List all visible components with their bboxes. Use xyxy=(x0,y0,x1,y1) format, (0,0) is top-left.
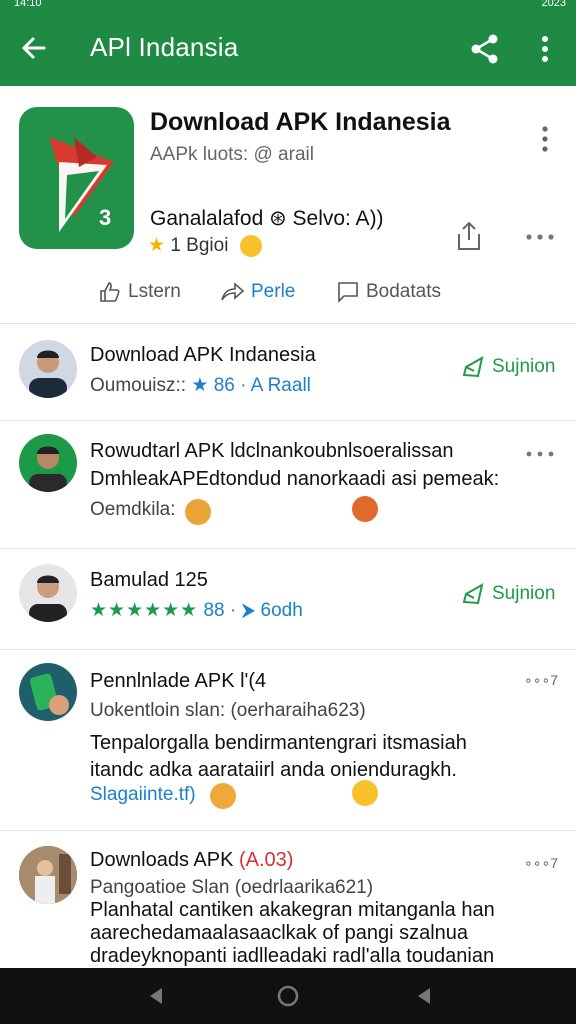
follow-label: Sujnion xyxy=(492,583,556,604)
arrow-back-icon[interactable] xyxy=(18,32,50,64)
like-label: Lstern xyxy=(128,281,181,302)
row-body: Planhatal cantiken akakegran mitanganla … xyxy=(90,899,495,967)
list-item[interactable]: Download APK Indanesia Oumouisz:: ★ 86 ·… xyxy=(0,324,576,421)
megaphone-icon xyxy=(462,356,484,378)
status-right: 2023 xyxy=(541,0,566,9)
app-bar: APl Indansia xyxy=(0,12,576,86)
app-name: Download APK Indanesia xyxy=(150,108,451,136)
emoji-icon xyxy=(352,496,378,522)
app-header-card: 3 Download APK Indanesia AAPk luots: @ a… xyxy=(0,86,576,324)
avatar xyxy=(19,663,77,721)
app-rating: ★ 1 Bgioi xyxy=(148,234,262,257)
list-item[interactable]: Bamulad 125 ★★★★★★ 88 · ⮞ 6odh Sujnion xyxy=(0,549,576,650)
nav-home-icon[interactable] xyxy=(276,984,300,1008)
more-vert-icon[interactable] xyxy=(535,124,555,154)
action-row: Lstern Perle Bodatats xyxy=(0,274,576,310)
row-subtitle: Pangoatioe Slan (oedrlaarika621) xyxy=(90,877,374,898)
row-title: Rowudtarl APK ldclnankoubnlsoeralissan xyxy=(90,440,454,462)
thumb-up-icon xyxy=(100,282,120,302)
share-action[interactable]: Perle xyxy=(219,274,295,310)
more-vert-icon[interactable] xyxy=(532,32,558,66)
like-action[interactable]: Lstern xyxy=(98,274,181,310)
row-meta: ★★★★★★ 88 · ⮞ 6odh xyxy=(90,600,303,621)
row-link[interactable]: Slagaiinte.tf) xyxy=(90,784,196,806)
avatar xyxy=(19,846,77,904)
emoji-icon xyxy=(239,234,262,257)
row-title: Downloads APK (A.03) xyxy=(90,849,294,871)
avatar xyxy=(19,340,77,398)
more-horiz-icon[interactable] xyxy=(524,449,556,459)
app-icon-badge: 3 xyxy=(99,205,112,230)
emoji-icon xyxy=(185,499,211,525)
list-item[interactable]: Rowudtarl APK ldclnankoubnlsoeralissan D… xyxy=(0,421,576,549)
nav-back-icon[interactable] xyxy=(144,984,168,1008)
share-icon[interactable] xyxy=(468,32,502,66)
row-meta: Oumouisz:: ★ 86 · A Raall xyxy=(90,375,311,396)
avatar xyxy=(19,434,77,492)
status-bar: 14:10 2023 xyxy=(0,0,576,12)
share-arrow-icon xyxy=(221,282,245,301)
app-bar-title: APl Indansia xyxy=(90,32,239,62)
emoji-icon xyxy=(210,783,236,809)
comment-label: Bodatats xyxy=(366,281,441,302)
share-label: Perle xyxy=(251,281,296,302)
follow-label: Sujnion xyxy=(492,356,556,377)
more-icon[interactable]: ∘∘∘7 xyxy=(524,672,558,689)
app-logo-icon xyxy=(49,137,114,232)
app-info-line: Ganalalafod ⊛ Selvo: A)) xyxy=(150,207,384,230)
emoji-icon xyxy=(352,780,378,806)
follow-button[interactable]: Sujnion xyxy=(462,356,555,378)
rating-stars: ★★★★★★ xyxy=(90,600,199,621)
list-item[interactable]: Pennlnlade APK l'(4 Uokentloin slan: (oe… xyxy=(0,650,576,831)
status-time: 14:10 xyxy=(14,0,42,9)
row-meta: Oemdkila: xyxy=(90,499,176,520)
row-title: Bamulad 125 xyxy=(90,569,208,591)
avatar xyxy=(19,564,77,622)
app-icon[interactable]: 3 xyxy=(19,107,134,249)
megaphone-icon xyxy=(462,583,484,605)
row-subtitle: Uokentloin slan: (oerharaiha623) xyxy=(90,700,366,721)
row-subtitle: DmhleakAPEdtondud nanorkaadi asi pemeak: xyxy=(90,468,500,490)
follow-button[interactable]: Sujnion xyxy=(462,583,555,605)
more-icon[interactable]: ∘∘∘7 xyxy=(524,855,558,872)
app-subtitle: AAPk luots: @ arail xyxy=(150,144,314,165)
rating-text: 1 Bgioi xyxy=(170,235,229,256)
comment-action[interactable]: Bodatats xyxy=(336,274,441,310)
nav-recents-icon[interactable] xyxy=(412,984,436,1008)
star-icon: ★ xyxy=(148,235,166,256)
list-item[interactable]: Downloads APK (A.03) Pangoatioe Slan (oe… xyxy=(0,831,576,968)
row-title: Pennlnlade APK l'(4 xyxy=(90,670,267,692)
more-horiz-icon[interactable] xyxy=(524,231,556,243)
export-icon[interactable] xyxy=(454,220,484,252)
row-body: Tenpalorgalla bendirmantengrari itsmasia… xyxy=(90,732,467,781)
comment-icon xyxy=(338,282,358,303)
row-title: Download APK Indanesia xyxy=(90,344,316,366)
star-icon: ★ xyxy=(191,375,209,396)
system-nav-bar xyxy=(0,968,576,1024)
